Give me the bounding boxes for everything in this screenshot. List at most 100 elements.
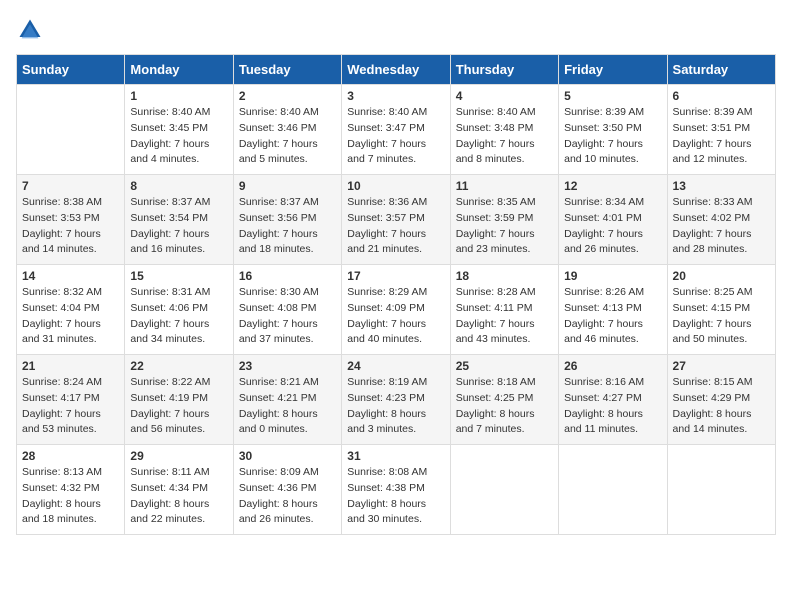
day-number: 21 (22, 359, 119, 373)
day-number: 16 (239, 269, 336, 283)
calendar-cell: 31 Sunrise: 8:08 AMSunset: 4:38 PMDayligh… (342, 445, 450, 535)
day-number: 19 (564, 269, 661, 283)
calendar-cell: 11 Sunrise: 8:35 AMSunset: 3:59 PMDayligh… (450, 175, 558, 265)
calendar-cell: 13 Sunrise: 8:33 AMSunset: 4:02 PMDayligh… (667, 175, 775, 265)
day-info: Sunrise: 8:18 AMSunset: 4:25 PMDaylight:… (456, 375, 553, 438)
day-info: Sunrise: 8:29 AMSunset: 4:09 PMDaylight:… (347, 285, 444, 348)
day-number: 3 (347, 89, 444, 103)
day-number: 11 (456, 179, 553, 193)
day-info: Sunrise: 8:39 AMSunset: 3:51 PMDaylight:… (673, 105, 770, 168)
calendar-cell: 22Sunrise: 8:22 AMSunset: 4:19 PMDayligh… (125, 355, 233, 445)
calendar-cell: 12Sunrise: 8:34 AMSunset: 4:01 PMDayligh… (559, 175, 667, 265)
calendar-cell: 3 Sunrise: 8:40 AMSunset: 3:47 PMDaylight… (342, 85, 450, 175)
day-number: 6 (673, 89, 770, 103)
calendar-cell: 21 Sunrise: 8:24 AMSunset: 4:17 PMDayligh… (17, 355, 125, 445)
day-info: Sunrise: 8:40 AMSunset: 3:47 PMDaylight:… (347, 105, 444, 168)
day-info: Sunrise: 8:37 AMSunset: 3:56 PMDaylight:… (239, 195, 336, 258)
day-info: Sunrise: 8:09 AMSunset: 4:36 PMDaylight:… (239, 465, 336, 528)
week-row-3: 14 Sunrise: 8:32 AMSunset: 4:04 PMDayligh… (17, 265, 776, 355)
day-number: 2 (239, 89, 336, 103)
day-info: Sunrise: 8:16 AMSunset: 4:27 PMDaylight:… (564, 375, 661, 438)
header-row: SundayMondayTuesdayWednesdayThursdayFrid… (17, 55, 776, 85)
day-number: 30 (239, 449, 336, 463)
logo (16, 16, 48, 44)
calendar-table: SundayMondayTuesdayWednesdayThursdayFrid… (16, 54, 776, 535)
day-info: Sunrise: 8:26 AMSunset: 4:13 PMDaylight:… (564, 285, 661, 348)
calendar-cell: 30 Sunrise: 8:09 AMSunset: 4:36 PMDayligh… (233, 445, 341, 535)
day-number: 26 (564, 359, 661, 373)
week-row-4: 21 Sunrise: 8:24 AMSunset: 4:17 PMDayligh… (17, 355, 776, 445)
day-info: Sunrise: 8:38 AMSunset: 3:53 PMDaylight:… (22, 195, 119, 258)
calendar-cell: 2 Sunrise: 8:40 AMSunset: 3:46 PMDaylight… (233, 85, 341, 175)
header-thursday: Thursday (450, 55, 558, 85)
calendar-cell: 19 Sunrise: 8:26 AMSunset: 4:13 PMDayligh… (559, 265, 667, 355)
week-row-2: 7Sunrise: 8:38 AMSunset: 3:53 PMDaylight… (17, 175, 776, 265)
calendar-cell: 14 Sunrise: 8:32 AMSunset: 4:04 PMDayligh… (17, 265, 125, 355)
calendar-cell: 25 Sunrise: 8:18 AMSunset: 4:25 PMDayligh… (450, 355, 558, 445)
day-number: 4 (456, 89, 553, 103)
calendar-cell: 15 Sunrise: 8:31 AMSunset: 4:06 PMDayligh… (125, 265, 233, 355)
day-info: Sunrise: 8:40 AMSunset: 3:45 PMDaylight:… (130, 105, 227, 168)
calendar-cell: 16 Sunrise: 8:30 AMSunset: 4:08 PMDayligh… (233, 265, 341, 355)
calendar-cell: 24Sunrise: 8:19 AMSunset: 4:23 PMDayligh… (342, 355, 450, 445)
day-info: Sunrise: 8:35 AMSunset: 3:59 PMDaylight:… (456, 195, 553, 258)
day-number: 5 (564, 89, 661, 103)
day-number: 13 (673, 179, 770, 193)
day-info: Sunrise: 8:39 AMSunset: 3:50 PMDaylight:… (564, 105, 661, 168)
day-info: Sunrise: 8:08 AMSunset: 4:38 PMDaylight:… (347, 465, 444, 528)
day-info: Sunrise: 8:28 AMSunset: 4:11 PMDaylight:… (456, 285, 553, 348)
calendar-cell: 18 Sunrise: 8:28 AMSunset: 4:11 PMDayligh… (450, 265, 558, 355)
day-number: 8 (130, 179, 227, 193)
header-friday: Friday (559, 55, 667, 85)
day-info: Sunrise: 8:15 AMSunset: 4:29 PMDaylight:… (673, 375, 770, 438)
day-info: Sunrise: 8:24 AMSunset: 4:17 PMDaylight:… (22, 375, 119, 438)
day-number: 22 (130, 359, 227, 373)
calendar-cell: 4 Sunrise: 8:40 AMSunset: 3:48 PMDaylight… (450, 85, 558, 175)
calendar-cell: 26 Sunrise: 8:16 AMSunset: 4:27 PMDayligh… (559, 355, 667, 445)
day-info: Sunrise: 8:21 AMSunset: 4:21 PMDaylight:… (239, 375, 336, 438)
calendar-cell: 29Sunrise: 8:11 AMSunset: 4:34 PMDayligh… (125, 445, 233, 535)
day-number: 14 (22, 269, 119, 283)
header-tuesday: Tuesday (233, 55, 341, 85)
day-number: 23 (239, 359, 336, 373)
day-info: Sunrise: 8:33 AMSunset: 4:02 PMDaylight:… (673, 195, 770, 258)
day-number: 17 (347, 269, 444, 283)
day-info: Sunrise: 8:40 AMSunset: 3:46 PMDaylight:… (239, 105, 336, 168)
day-number: 15 (130, 269, 227, 283)
calendar-cell (450, 445, 558, 535)
week-row-1: 1 Sunrise: 8:40 AMSunset: 3:45 PMDaylight… (17, 85, 776, 175)
calendar-cell: 5 Sunrise: 8:39 AMSunset: 3:50 PMDaylight… (559, 85, 667, 175)
calendar-cell (559, 445, 667, 535)
day-info: Sunrise: 8:25 AMSunset: 4:15 PMDaylight:… (673, 285, 770, 348)
calendar-cell (667, 445, 775, 535)
calendar-cell: 1 Sunrise: 8:40 AMSunset: 3:45 PMDaylight… (125, 85, 233, 175)
day-info: Sunrise: 8:30 AMSunset: 4:08 PMDaylight:… (239, 285, 336, 348)
calendar-cell: 9 Sunrise: 8:37 AMSunset: 3:56 PMDaylight… (233, 175, 341, 265)
page-header (16, 16, 776, 44)
calendar-cell (17, 85, 125, 175)
header-sunday: Sunday (17, 55, 125, 85)
calendar-cell: 27 Sunrise: 8:15 AMSunset: 4:29 PMDayligh… (667, 355, 775, 445)
day-number: 12 (564, 179, 661, 193)
day-info: Sunrise: 8:13 AMSunset: 4:32 PMDaylight:… (22, 465, 119, 528)
calendar-cell: 17 Sunrise: 8:29 AMSunset: 4:09 PMDayligh… (342, 265, 450, 355)
day-info: Sunrise: 8:31 AMSunset: 4:06 PMDaylight:… (130, 285, 227, 348)
day-info: Sunrise: 8:11 AMSunset: 4:34 PMDaylight:… (130, 465, 227, 528)
day-number: 28 (22, 449, 119, 463)
day-number: 1 (130, 89, 227, 103)
calendar-cell: 6 Sunrise: 8:39 AMSunset: 3:51 PMDaylight… (667, 85, 775, 175)
day-number: 9 (239, 179, 336, 193)
day-number: 18 (456, 269, 553, 283)
day-info: Sunrise: 8:37 AMSunset: 3:54 PMDaylight:… (130, 195, 227, 258)
day-number: 24 (347, 359, 444, 373)
header-wednesday: Wednesday (342, 55, 450, 85)
day-info: Sunrise: 8:40 AMSunset: 3:48 PMDaylight:… (456, 105, 553, 168)
logo-icon (16, 16, 44, 44)
day-number: 27 (673, 359, 770, 373)
day-number: 20 (673, 269, 770, 283)
day-number: 25 (456, 359, 553, 373)
calendar-cell: 20 Sunrise: 8:25 AMSunset: 4:15 PMDayligh… (667, 265, 775, 355)
calendar-cell: 7Sunrise: 8:38 AMSunset: 3:53 PMDaylight… (17, 175, 125, 265)
day-info: Sunrise: 8:32 AMSunset: 4:04 PMDaylight:… (22, 285, 119, 348)
day-number: 31 (347, 449, 444, 463)
